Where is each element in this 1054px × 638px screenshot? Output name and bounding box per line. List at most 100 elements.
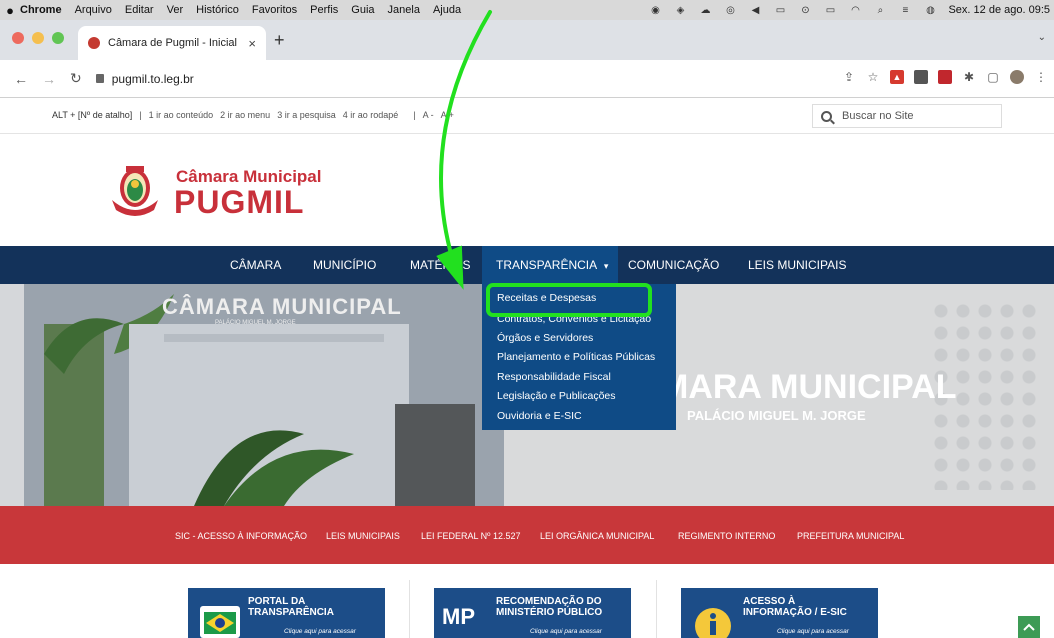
card-acesso-informacao[interactable]: ACESSO À INFORMAÇÃO / E-SIC Clique aqui … xyxy=(681,588,878,638)
card-cta: Clique aqui para acessar xyxy=(777,628,849,635)
dropdown-item-legislacao[interactable]: Legislação e Publicações xyxy=(497,390,616,402)
font-increase-button[interactable]: A + xyxy=(441,110,454,120)
menu-guia[interactable]: Guia xyxy=(351,4,374,16)
url-text: pugmil.to.leg.br xyxy=(111,71,194,86)
nav-item-municipio[interactable]: MUNICÍPIO xyxy=(313,258,376,272)
cloud-icon[interactable]: ☁ xyxy=(698,4,712,16)
menubar-status-area: ◉ ◈ ☁ ◎ ◀ ▭ ⊙ ▭ ◠ ⌕ ≡ ◍ Sex. 12 de ago. … xyxy=(648,0,1054,20)
nav-item-transparencia[interactable]: TRANSPARÊNCIA ▾ xyxy=(496,258,608,272)
skip-to-search-link[interactable]: 3 ir a pesquisa xyxy=(277,110,336,120)
menu-arquivo[interactable]: Arquivo xyxy=(75,4,112,16)
mac-menubar: ● Chrome Arquivo Editar Ver Histórico Fa… xyxy=(0,0,1054,20)
pugmil-crest-logo[interactable] xyxy=(104,160,166,222)
brazil-flag-icon xyxy=(200,606,240,638)
card-title-line1: RECOMENDAÇÃO DO xyxy=(496,596,602,607)
pdf-extension-icon[interactable]: ▲ xyxy=(890,70,904,84)
nav-item-leis-municipais[interactable]: LEIS MUNICIPAIS xyxy=(748,258,846,272)
extension-icon[interactable]: ◉ xyxy=(648,4,662,16)
window-controls xyxy=(12,32,64,44)
info-icon xyxy=(695,608,731,638)
screen-capture-extension-icon[interactable] xyxy=(914,70,928,84)
facade-subtitle: PALÁCIO MIGUEL M. JORGE xyxy=(215,320,296,326)
divider xyxy=(409,580,410,638)
dropdown-item-orgaos-servidores[interactable]: Órgãos e Servidores xyxy=(497,332,593,344)
card-portal-transparencia[interactable]: PORTAL DA TRANSPARÊNCIA Clique aqui para… xyxy=(188,588,385,638)
back-arrow-icon[interactable]: ← xyxy=(14,71,28,87)
new-tab-button[interactable]: + xyxy=(274,30,285,51)
menu-ver[interactable]: Ver xyxy=(167,4,184,16)
close-window-button[interactable] xyxy=(12,32,24,44)
font-decrease-button[interactable]: A - xyxy=(423,110,434,120)
menu-ajuda[interactable]: Ajuda xyxy=(433,4,461,16)
skip-to-footer-link[interactable]: 4 ir ao rodapé xyxy=(343,110,399,120)
bookmark-star-icon[interactable]: ☆ xyxy=(866,70,880,84)
wifi-icon[interactable]: ◠ xyxy=(848,4,862,16)
reload-icon[interactable]: ↻ xyxy=(70,70,82,87)
extensions-puzzle-icon[interactable]: ✱ xyxy=(962,70,976,84)
person-icon[interactable]: ◎ xyxy=(723,4,737,16)
zoom-window-button[interactable] xyxy=(52,32,64,44)
apple-menu-icon[interactable]: ● xyxy=(0,3,20,18)
side-panel-icon[interactable]: ▢ xyxy=(986,70,1000,84)
nav-item-comunicacao[interactable]: COMUNICAÇÃO xyxy=(628,258,719,272)
menu-janela[interactable]: Janela xyxy=(388,4,420,16)
menu-perfis[interactable]: Perfis xyxy=(310,4,338,16)
siri-icon[interactable]: ◍ xyxy=(923,4,937,16)
quicklink-sic[interactable]: SIC - ACESSO À INFORMAÇÃO xyxy=(175,531,307,541)
transparencia-dropdown-menu: Receitas e Despesas Contratos, Convênios… xyxy=(482,284,676,430)
quicklink-lei-federal[interactable]: LEI FEDERAL Nº 12.527 xyxy=(421,531,521,541)
search-icon xyxy=(821,110,832,122)
hero-title: MARA MUNICIPAL xyxy=(660,368,957,406)
skip-to-content-link[interactable]: 1 ir ao conteúdo xyxy=(149,110,214,120)
dropdown-item-planejamento[interactable]: Planejamento e Políticas Públicas xyxy=(497,351,655,363)
quicklinks-bar: SIC - ACESSO À INFORMAÇÃO LEIS MUNICIPAI… xyxy=(0,506,1054,564)
chevron-up-icon xyxy=(1023,623,1035,631)
quicklink-regimento-interno[interactable]: REGIMENTO INTERNO xyxy=(678,531,775,541)
main-navigation: CÂMARA MUNICÍPIO MATÉRIAS TRANSPARÊNCIA … xyxy=(0,246,1054,284)
minimize-window-button[interactable] xyxy=(32,32,44,44)
web-page: ALT + [Nº de atalho] | 1 ir ao conteúdo … xyxy=(0,98,1054,638)
lastpass-extension-icon[interactable] xyxy=(938,70,952,84)
card-title-line1: ACESSO À xyxy=(743,596,796,607)
card-recomendacao-mp[interactable]: MP RECOMENDAÇÃO DO MINISTÉRIO PÚBLICO Cl… xyxy=(434,588,631,638)
dropdown-item-receitas-despesas[interactable]: Receitas e Despesas xyxy=(497,292,596,304)
skip-to-menu-link[interactable]: 2 ir ao menu xyxy=(220,110,270,120)
control-center-icon[interactable]: ≡ xyxy=(898,4,912,16)
address-bar[interactable]: pugmil.to.leg.br xyxy=(95,71,194,86)
quicklink-leis-municipais[interactable]: LEIS MUNICIPAIS xyxy=(326,531,400,541)
nav-item-camara[interactable]: CÂMARA xyxy=(230,258,281,272)
dropdown-item-responsabilidade-fiscal[interactable]: Responsabilidade Fiscal xyxy=(497,371,611,383)
tab-search-chevron-icon[interactable]: ⌄ xyxy=(1038,32,1046,43)
spotlight-search-icon[interactable]: ⌕ xyxy=(873,4,887,16)
battery-icon[interactable]: ▭ xyxy=(823,4,837,16)
menu-favoritos[interactable]: Favoritos xyxy=(252,4,297,16)
browser-tabstrip: Câmara de Pugmil - Inicial × + ⌄ xyxy=(0,20,1054,60)
card-title-line1: PORTAL DA xyxy=(248,596,306,607)
forward-arrow-icon[interactable]: → xyxy=(42,71,56,87)
lock-icon xyxy=(95,74,104,83)
play-icon[interactable]: ⊙ xyxy=(798,4,812,16)
menubar-clock[interactable]: Sex. 12 de ago. 09:5 xyxy=(948,4,1050,16)
quicklink-prefeitura[interactable]: PREFEITURA MUNICIPAL xyxy=(797,531,904,541)
menu-editar[interactable]: Editar xyxy=(125,4,154,16)
separator: | xyxy=(413,110,416,120)
quicklink-lei-organica[interactable]: LEI ORGÂNICA MUNICIPAL xyxy=(540,531,654,541)
browser-tab-active[interactable]: Câmara de Pugmil - Inicial × xyxy=(78,26,266,60)
profile-avatar[interactable] xyxy=(1010,70,1024,84)
dropdown-item-contratos[interactable]: Contratos, Convênios e Licitação xyxy=(497,313,651,325)
menu-historico[interactable]: Histórico xyxy=(196,4,239,16)
nav-item-materias[interactable]: MATÉRIAS xyxy=(410,258,470,272)
scroll-to-top-button[interactable] xyxy=(1018,616,1040,638)
volume-icon[interactable]: ◀ xyxy=(748,4,762,16)
site-header: Câmara Municipal PUGMIL xyxy=(0,134,1054,246)
share-icon[interactable]: ⇪ xyxy=(842,70,856,84)
dropdown-item-ouvidoria[interactable]: Ouvidoria e E-SIC xyxy=(497,410,582,422)
tab-close-icon[interactable]: × xyxy=(248,36,256,51)
site-search-input[interactable]: Buscar no Site xyxy=(812,104,1002,128)
search-placeholder: Buscar no Site xyxy=(842,110,914,122)
more-menu-icon[interactable]: ⋮ xyxy=(1034,70,1048,84)
flag-icon[interactable]: ◈ xyxy=(673,4,687,16)
separator: | xyxy=(139,110,142,120)
menu-app-chrome[interactable]: Chrome xyxy=(20,4,62,16)
screen-mirroring-icon[interactable]: ▭ xyxy=(773,4,787,16)
